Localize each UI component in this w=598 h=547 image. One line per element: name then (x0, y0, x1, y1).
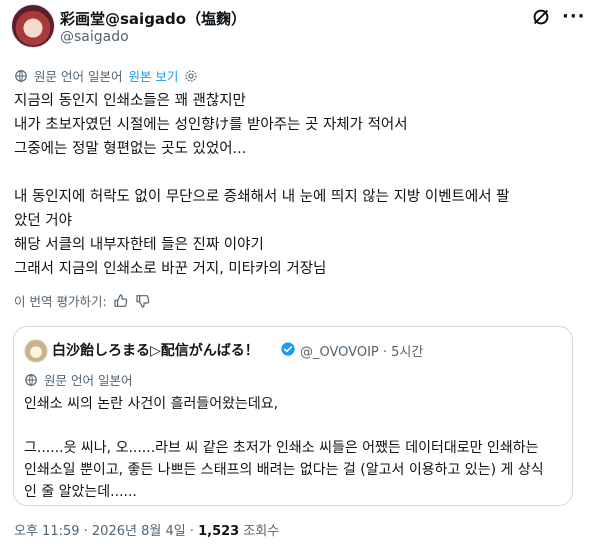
quote-author-name[interactable]: 白沙飴しろまる▷配信がんばる！ (52, 340, 259, 360)
tweet-line: 내 동인지에 허락도 없이 무단으로 증쇄해서 내 눈에 띄지 않는 지방 이벤… (14, 189, 510, 205)
views-label: 조회수 (239, 524, 280, 539)
timestamp-link[interactable]: 오후 11:59 · 2026년 8월 4일 · (14, 524, 198, 539)
rate-translation-label: 이 번역 평가하기: (14, 294, 107, 309)
quote-author-handle[interactable]: @_OVOVOIP · 5시간 (300, 341, 423, 360)
translation-label: 원문 언어 일본어 (34, 69, 123, 84)
rate-translation-row: 이 번역 평가하기: (14, 291, 151, 310)
gear-icon[interactable] (184, 69, 198, 83)
quote-author-avatar[interactable] (24, 339, 48, 363)
quote-line: 인 줄 알았는데...... (24, 484, 137, 500)
quote-line: 인쇄소 씨의 논란 사건이 흘러들어왔는데요, (24, 396, 279, 412)
verified-badge-icon (281, 342, 295, 356)
author-avatar[interactable] (11, 4, 55, 48)
author-handle[interactable]: @saigado (60, 29, 129, 45)
grok-icon[interactable] (530, 6, 552, 28)
translation-row: 원문 언어 일본어 원본 보기 (14, 66, 198, 85)
tweet-line: 그중에는 정말 형편없는 곳도 있었어... (14, 141, 247, 157)
translate-globe-icon (25, 373, 37, 386)
tweet-meta: 오후 11:59 · 2026년 8월 4일 · 1,523 조회수 (14, 520, 279, 539)
tweet-line: 내가 초보자였던 시절에는 성인향け를 받아주는 곳 자체가 적어서 (14, 117, 408, 133)
quote-translation-row: 원문 언어 일본어 (24, 370, 132, 389)
thumbs-up-icon[interactable] (113, 293, 129, 309)
tweet-line: 그래서 지금의 인쇄소로 바꾼 거지, 미타카의 거장님 (14, 261, 327, 277)
quote-line: 그......읏 씨나, 오......라브 씨 같은 초저가 인쇄소 씨들은 … (24, 440, 539, 456)
author-name[interactable]: 彩画堂@saigado（塩麴） (60, 8, 246, 29)
quote-line: 인쇄소일 뿐이고, 좋든 나쁘든 스태프의 배려는 없다는 걸 (알고서 이용하… (24, 462, 544, 478)
show-original-link[interactable]: 원본 보기 (128, 66, 178, 85)
translate-globe-icon (15, 69, 27, 82)
quote-translation-label: 원문 언어 일본어 (44, 373, 133, 388)
views-count: 1,523 (198, 524, 240, 539)
thumbs-down-icon[interactable] (135, 293, 151, 309)
tweet-line: 지금의 동인지 인쇄소들은 꽤 괜찮지만 (14, 93, 246, 109)
tweet-line: 았던 거야 (14, 213, 72, 229)
tweet-line: 해당 서클의 내부자한테 들은 진짜 이야기 (14, 237, 264, 253)
more-options-icon[interactable]: ··· (562, 6, 586, 27)
